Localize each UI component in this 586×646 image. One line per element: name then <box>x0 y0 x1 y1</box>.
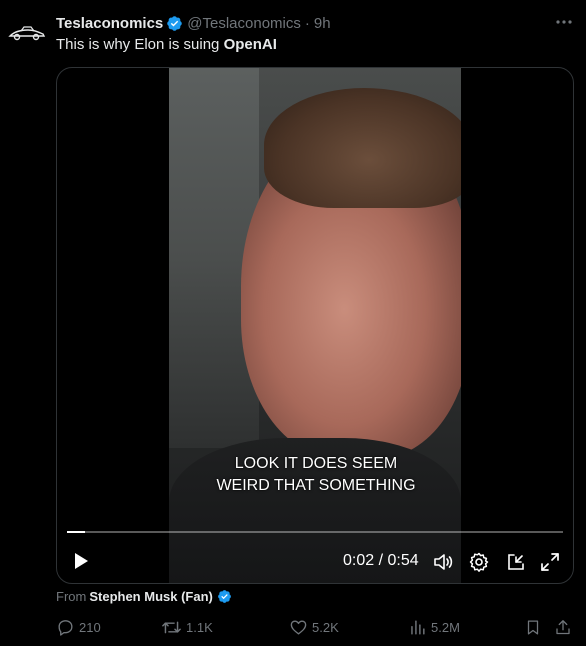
more-dots-icon <box>556 20 572 24</box>
bookmark-icon <box>527 620 539 635</box>
video-player[interactable]: LOOK IT DOES SEEM WEIRD THAT SOMETHING 0… <box>56 67 574 584</box>
repost-icon <box>162 621 181 634</box>
pop-out-button[interactable] <box>505 551 527 573</box>
repost-count: 1.1K <box>186 620 213 635</box>
volume-icon <box>434 554 453 570</box>
video-progress-fill <box>67 531 86 533</box>
settings-button[interactable] <box>468 551 490 573</box>
fullscreen-button[interactable] <box>539 551 561 573</box>
from-source-name[interactable]: Stephen Musk (Fan) <box>89 589 213 604</box>
tweet-text-plain: This is why Elon is suing <box>56 36 224 53</box>
verified-badge-icon <box>217 589 232 604</box>
share-icon <box>556 620 570 635</box>
author-handle[interactable]: @Teslaconomics <box>187 15 301 32</box>
separator-dot: · <box>304 14 310 32</box>
video-attribution: From Stephen Musk (Fan) <box>56 589 236 604</box>
views-button[interactable]: 5.2M <box>408 618 460 637</box>
play-button[interactable] <box>71 551 91 571</box>
car-logo-icon <box>8 26 46 41</box>
verified-badge-icon <box>166 15 183 32</box>
video-progress-bar[interactable] <box>67 531 563 533</box>
video-caption: LOOK IT DOES SEEM WEIRD THAT SOMETHING <box>57 453 573 497</box>
tweet-header: Teslaconomics @Teslaconomics · 9h <box>56 13 546 33</box>
views-chart-icon <box>411 620 425 635</box>
pop-out-icon <box>508 554 524 570</box>
reply-button[interactable]: 210 <box>56 618 101 637</box>
author-display-name[interactable]: Teslaconomics <box>56 15 163 32</box>
tweet-actions: 210 1.1K 5.2K 5.2M <box>56 618 574 640</box>
tweet: Teslaconomics @Teslaconomics · 9h This i… <box>0 0 586 646</box>
bookmark-button[interactable] <box>524 618 546 637</box>
video-frame <box>169 68 461 583</box>
heart-icon <box>290 620 307 635</box>
repost-button[interactable]: 1.1K <box>161 618 213 637</box>
share-button[interactable] <box>554 618 576 637</box>
settings-icon <box>469 552 489 572</box>
like-button[interactable]: 5.2K <box>289 618 339 637</box>
like-count: 5.2K <box>312 620 339 635</box>
play-icon <box>75 553 88 569</box>
caption-line-1: LOOK IT DOES SEEM <box>234 455 398 472</box>
volume-button[interactable] <box>432 551 454 573</box>
tweet-text: This is why Elon is suing OpenAI <box>56 36 277 53</box>
reply-icon <box>58 620 73 636</box>
from-label: From <box>56 589 87 604</box>
tweet-timestamp[interactable]: 9h <box>314 15 331 32</box>
video-controls: 0:02 / 0:54 <box>57 546 573 576</box>
tweet-text-bold: OpenAI <box>223 36 277 53</box>
author-avatar[interactable] <box>7 13 47 53</box>
fullscreen-icon <box>541 553 559 571</box>
reply-count: 210 <box>79 620 101 635</box>
caption-line-2: WEIRD THAT SOMETHING <box>216 477 416 494</box>
more-options-button[interactable] <box>554 14 574 30</box>
views-count: 5.2M <box>431 620 460 635</box>
video-time-readout: 0:02 / 0:54 <box>343 552 419 569</box>
